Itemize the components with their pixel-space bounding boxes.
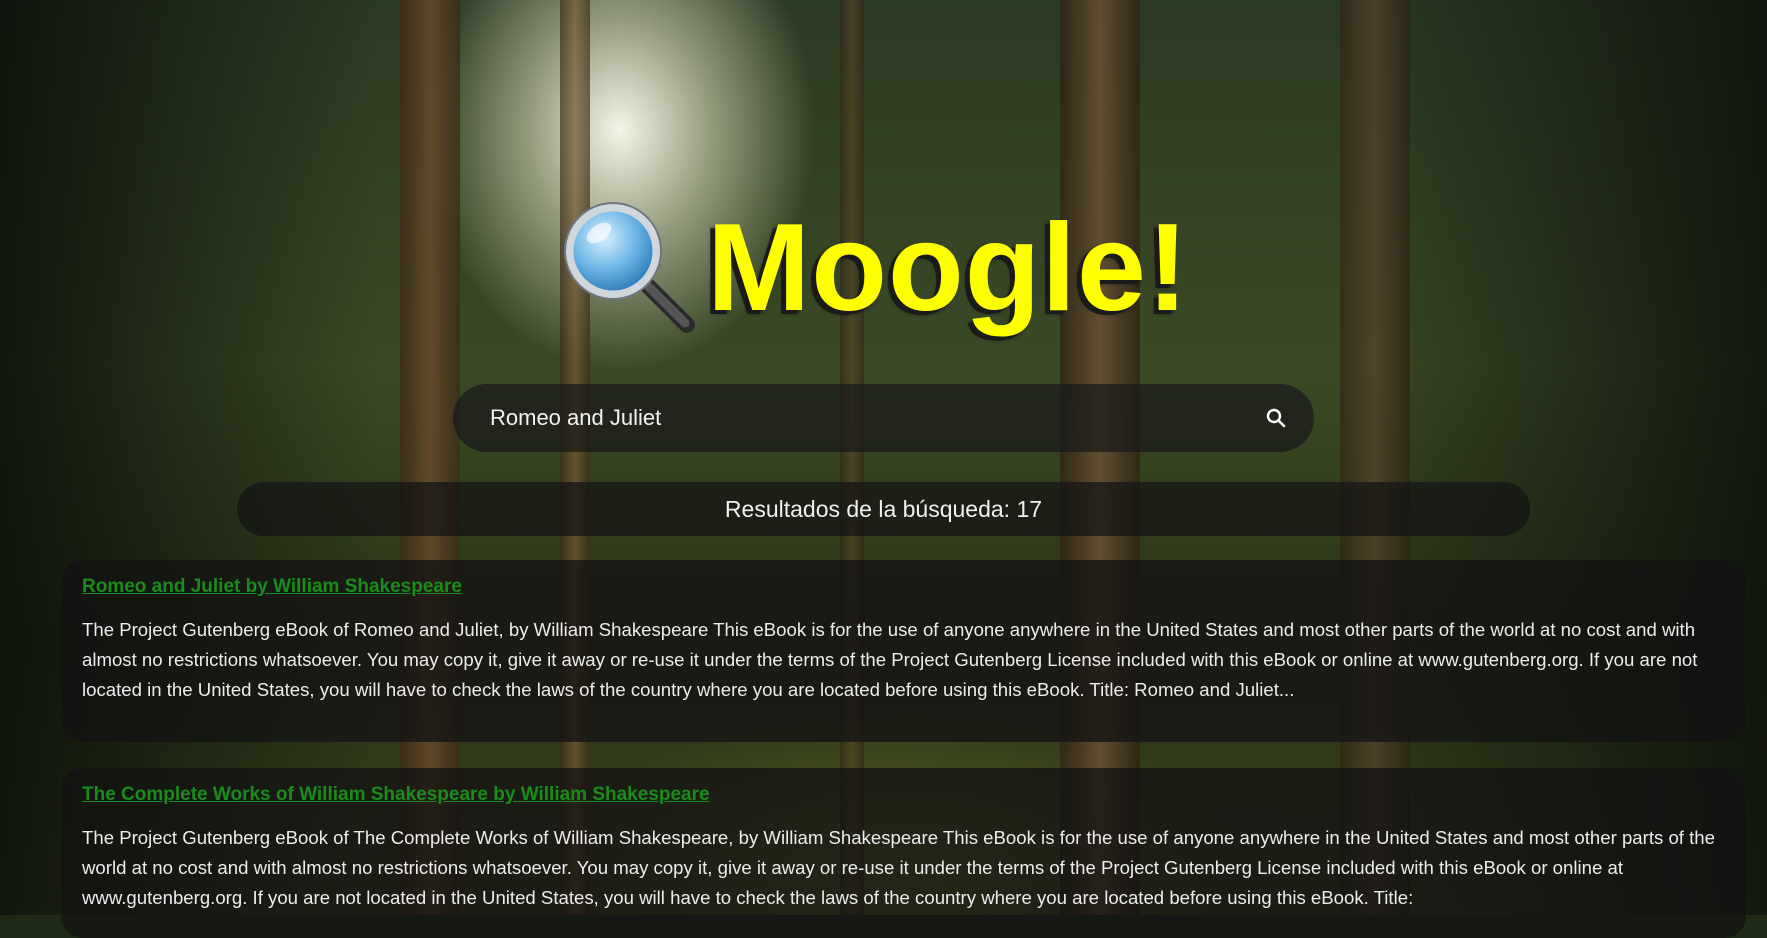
result-title-link[interactable]: The Complete Works of William Shakespear… [82, 784, 710, 806]
result-snippet: The Project Gutenberg eBook of The Compl… [82, 827, 1715, 908]
results-count: Resultados de la búsqueda: 17 [237, 482, 1530, 536]
app-logo: Moogle! [555, 195, 1189, 340]
search-icon [1266, 408, 1286, 428]
search-input[interactable] [488, 404, 1258, 432]
result-snippet: The Project Gutenberg eBook of Romeo and… [82, 619, 1698, 700]
page-content: Moogle! Resultados de la búsqueda: 17 Ro… [0, 0, 1767, 938]
result-title-link[interactable]: Romeo and Juliet by William Shakespeare [82, 576, 462, 598]
search-bar [453, 384, 1314, 452]
app-title: Moogle! [707, 198, 1190, 337]
search-button[interactable] [1258, 400, 1294, 436]
result-card: The Complete Works of William Shakespear… [61, 768, 1746, 938]
result-card: Romeo and Juliet by William Shakespeare … [61, 560, 1746, 742]
magnifying-glass-icon [564, 201, 695, 333]
